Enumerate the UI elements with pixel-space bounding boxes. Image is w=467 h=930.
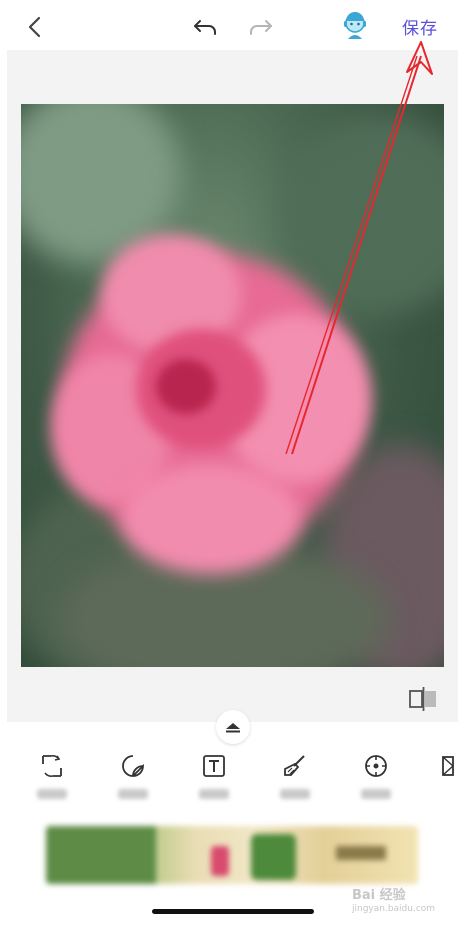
- sticker-icon: [120, 753, 146, 779]
- expand-up-icon[interactable]: [216, 710, 250, 744]
- tool-label-placeholder: [118, 789, 148, 799]
- focus-icon: [363, 753, 389, 779]
- tool-crop[interactable]: [28, 753, 76, 799]
- frame-icon: [433, 753, 459, 779]
- text-icon: [201, 753, 227, 779]
- ad-banner[interactable]: [46, 826, 418, 884]
- home-indicator[interactable]: [152, 909, 314, 914]
- watermark-domain: jingyan.baidu.com: [352, 904, 436, 914]
- tool-label-placeholder: [280, 789, 310, 799]
- brush-icon: [282, 753, 308, 779]
- tool-brush[interactable]: [271, 753, 319, 799]
- tool-label-placeholder: [37, 789, 67, 799]
- watermark: Bai 经验 jingyan.baidu.com: [352, 884, 452, 924]
- watermark-brand: Bai 经验: [352, 888, 406, 903]
- tool-focus[interactable]: [352, 753, 400, 799]
- tool-sticker[interactable]: [109, 753, 157, 799]
- crop-rotate-icon: [39, 753, 65, 779]
- tool-label-placeholder: [361, 789, 391, 799]
- tool-frame[interactable]: [433, 753, 467, 779]
- tool-text[interactable]: [190, 753, 238, 799]
- compare-icon[interactable]: [408, 686, 438, 712]
- tool-bar: [0, 745, 467, 815]
- tool-label-placeholder: [199, 789, 229, 799]
